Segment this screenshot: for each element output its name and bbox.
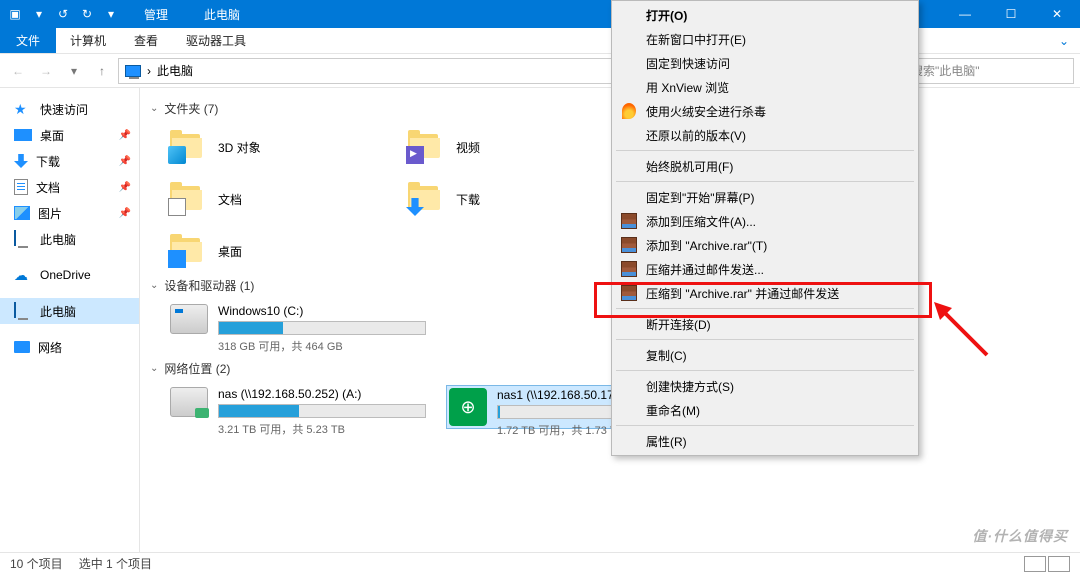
rar-icon: [620, 236, 638, 254]
folder-videos[interactable]: 视频: [406, 125, 626, 169]
save-icon[interactable]: ▾: [28, 0, 50, 28]
ribbon-expand[interactable]: ⌄: [1048, 28, 1080, 53]
chevron-down-icon: ⌄: [150, 103, 158, 114]
ctx-add-archive[interactable]: 添加到 "Archive.rar"(T): [614, 233, 916, 257]
folder-icon: [170, 184, 208, 214]
folder-downloads[interactable]: 下载: [406, 177, 626, 221]
nav-up[interactable]: ↑: [90, 59, 114, 83]
ctx-compress-archive-mail[interactable]: 压缩到 "Archive.rar" 并通过邮件发送: [614, 281, 916, 305]
pictures-icon: [14, 206, 30, 220]
rar-icon: [620, 284, 638, 302]
rar-icon: [620, 260, 638, 278]
view-details-button[interactable]: [1024, 556, 1046, 572]
network-drive-icon: [170, 387, 208, 417]
file-tab[interactable]: 文件: [0, 28, 56, 53]
ctx-rename[interactable]: 重命名(M): [614, 398, 916, 422]
search-input[interactable]: 搜索"此电脑": [904, 58, 1074, 84]
folder-icon: [170, 236, 208, 266]
sidebar-network[interactable]: 网络: [0, 334, 139, 360]
sidebar-thispc-sm[interactable]: 此电脑: [0, 226, 139, 252]
pin-icon: 📌: [119, 156, 131, 167]
pin-icon: 📌: [119, 182, 131, 193]
folder-3d-objects[interactable]: 3D 对象: [168, 125, 388, 169]
chevron-down-icon: ⌄: [150, 280, 158, 291]
undo-icon[interactable]: ↺: [52, 0, 74, 28]
folder-desktop[interactable]: 桌面: [168, 229, 388, 273]
ctx-compress-mail[interactable]: 压缩并通过邮件发送...: [614, 257, 916, 281]
section-drives[interactable]: ⌄ 设备和驱动器 (1): [150, 277, 1070, 294]
close-button[interactable]: ✕: [1034, 0, 1080, 28]
manage-tab[interactable]: 管理: [126, 0, 186, 28]
sidebar-pictures[interactable]: 图片📌: [0, 200, 139, 226]
nav-recent[interactable]: ▾: [62, 59, 86, 83]
network-icon: [14, 341, 30, 353]
ctx-properties[interactable]: 属性(R): [614, 429, 916, 453]
ctx-disconnect[interactable]: 断开连接(D): [614, 312, 916, 336]
fire-icon: [620, 102, 638, 120]
ctx-restore[interactable]: 还原以前的版本(V): [614, 123, 916, 147]
ctx-open[interactable]: 打开(O): [614, 3, 916, 27]
download-icon: [14, 154, 28, 168]
drive-c[interactable]: Windows10 (C:) 318 GB 可用，共 464 GB: [168, 302, 428, 356]
thispc-icon: [14, 230, 16, 246]
ctx-huorong[interactable]: 使用火绒安全进行杀毒: [614, 99, 916, 123]
ctx-open-new-window[interactable]: 在新窗口中打开(E): [614, 27, 916, 51]
maximize-button[interactable]: ☐: [988, 0, 1034, 28]
onedrive-icon: ☁: [14, 267, 32, 283]
drive-icon: [170, 304, 208, 334]
ctx-offline[interactable]: 始终脱机可用(F): [614, 154, 916, 178]
folder-icon: [170, 132, 208, 162]
sidebar-thispc[interactable]: 此电脑: [0, 298, 139, 324]
folder-icon: [408, 184, 446, 214]
sidebar-documents[interactable]: 文档📌: [0, 174, 139, 200]
redo-icon[interactable]: ↻: [76, 0, 98, 28]
ctx-copy[interactable]: 复制(C): [614, 343, 916, 367]
nav-forward[interactable]: →: [34, 59, 58, 83]
thispc-icon: [14, 302, 16, 318]
netdrive-nas[interactable]: nas (\\192.168.50.252) (A:) 3.21 TB 可用，共…: [168, 385, 428, 439]
thispc-icon: [125, 65, 141, 77]
pin-icon: 📌: [119, 208, 131, 219]
breadcrumb-sep: ›: [147, 64, 151, 78]
ctx-add-rar[interactable]: 添加到压缩文件(A)...: [614, 209, 916, 233]
sidebar-quick-access[interactable]: ★ 快速访问: [0, 96, 139, 122]
minimize-button[interactable]: —: [942, 0, 988, 28]
dropdown-icon[interactable]: ▾: [100, 0, 122, 28]
chevron-down-icon: ⌄: [150, 363, 158, 374]
globe-icon: ⊕: [449, 388, 487, 426]
folder-icon: ▣: [4, 0, 26, 28]
view-large-button[interactable]: [1048, 556, 1070, 572]
ctx-pin-quick[interactable]: 固定到快速访问: [614, 51, 916, 75]
desktop-icon: [14, 129, 32, 141]
ctx-shortcut[interactable]: 创建快捷方式(S): [614, 374, 916, 398]
folder-documents[interactable]: 文档: [168, 177, 388, 221]
star-icon: ★: [14, 101, 32, 117]
pin-icon: 📌: [119, 130, 131, 141]
rar-icon: [620, 212, 638, 230]
tab-computer[interactable]: 计算机: [56, 28, 120, 53]
status-item-count: 10 个项目: [10, 555, 63, 572]
folder-icon: [408, 132, 446, 162]
status-selected: 选中 1 个项目: [79, 555, 152, 572]
sidebar-downloads[interactable]: 下载📌: [0, 148, 139, 174]
tab-drive-tools[interactable]: 驱动器工具: [172, 28, 260, 53]
watermark: 值·什么值得买: [972, 526, 1068, 546]
context-menu: 打开(O) 在新窗口中打开(E) 固定到快速访问 用 XnView 浏览 使用火…: [611, 0, 919, 456]
document-icon: [14, 179, 28, 195]
tab-view[interactable]: 查看: [120, 28, 172, 53]
ctx-xnview[interactable]: 用 XnView 浏览: [614, 75, 916, 99]
breadcrumb[interactable]: 此电脑: [157, 62, 193, 79]
ctx-pin-start[interactable]: 固定到"开始"屏幕(P): [614, 185, 916, 209]
sidebar-onedrive[interactable]: ☁ OneDrive: [0, 262, 139, 288]
section-network-locations[interactable]: ⌄ 网络位置 (2): [150, 360, 1070, 377]
sidebar-desktop[interactable]: 桌面📌: [0, 122, 139, 148]
section-folders[interactable]: ⌄ 文件夹 (7): [150, 100, 1070, 117]
nav-back[interactable]: ←: [6, 59, 30, 83]
